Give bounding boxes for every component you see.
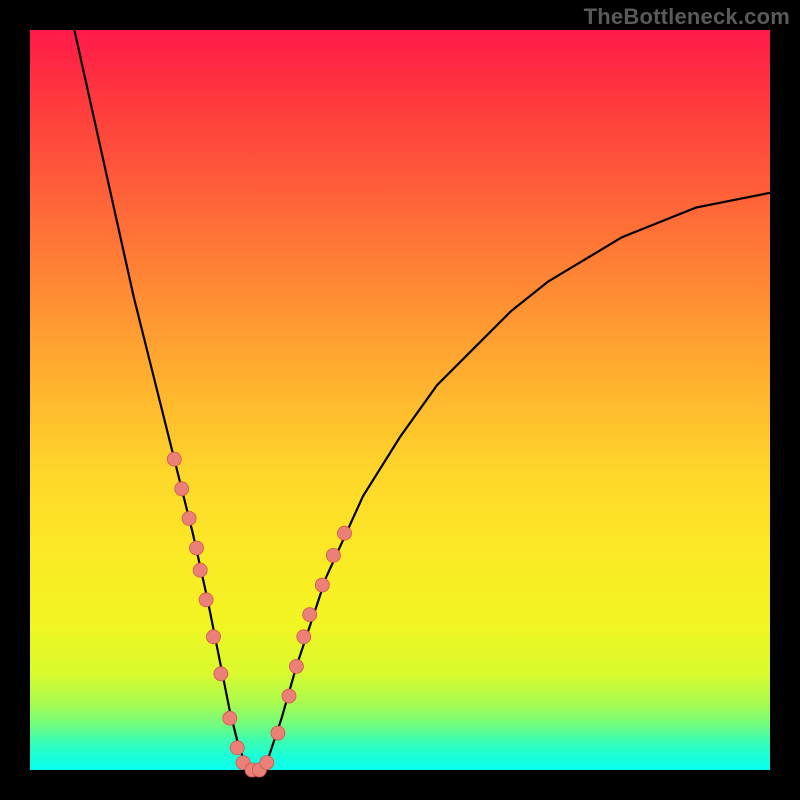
- data-marker: [326, 548, 340, 562]
- data-marker: [260, 756, 274, 770]
- data-marker: [175, 482, 189, 496]
- data-marker: [338, 526, 352, 540]
- markers-group: [167, 452, 351, 777]
- data-marker: [289, 659, 303, 673]
- data-marker: [207, 630, 221, 644]
- bottleneck-curve: [74, 30, 770, 770]
- data-marker: [282, 689, 296, 703]
- data-marker: [223, 711, 237, 725]
- data-marker: [190, 541, 204, 555]
- data-marker: [182, 511, 196, 525]
- chart-frame: TheBottleneck.com: [0, 0, 800, 800]
- data-marker: [271, 726, 285, 740]
- data-marker: [193, 563, 207, 577]
- data-marker: [214, 667, 228, 681]
- data-marker: [297, 630, 311, 644]
- data-marker: [230, 741, 244, 755]
- data-marker: [199, 593, 213, 607]
- data-marker: [167, 452, 181, 466]
- data-marker: [315, 578, 329, 592]
- chart-svg: [30, 30, 770, 770]
- data-marker: [303, 608, 317, 622]
- watermark-label: TheBottleneck.com: [584, 4, 790, 30]
